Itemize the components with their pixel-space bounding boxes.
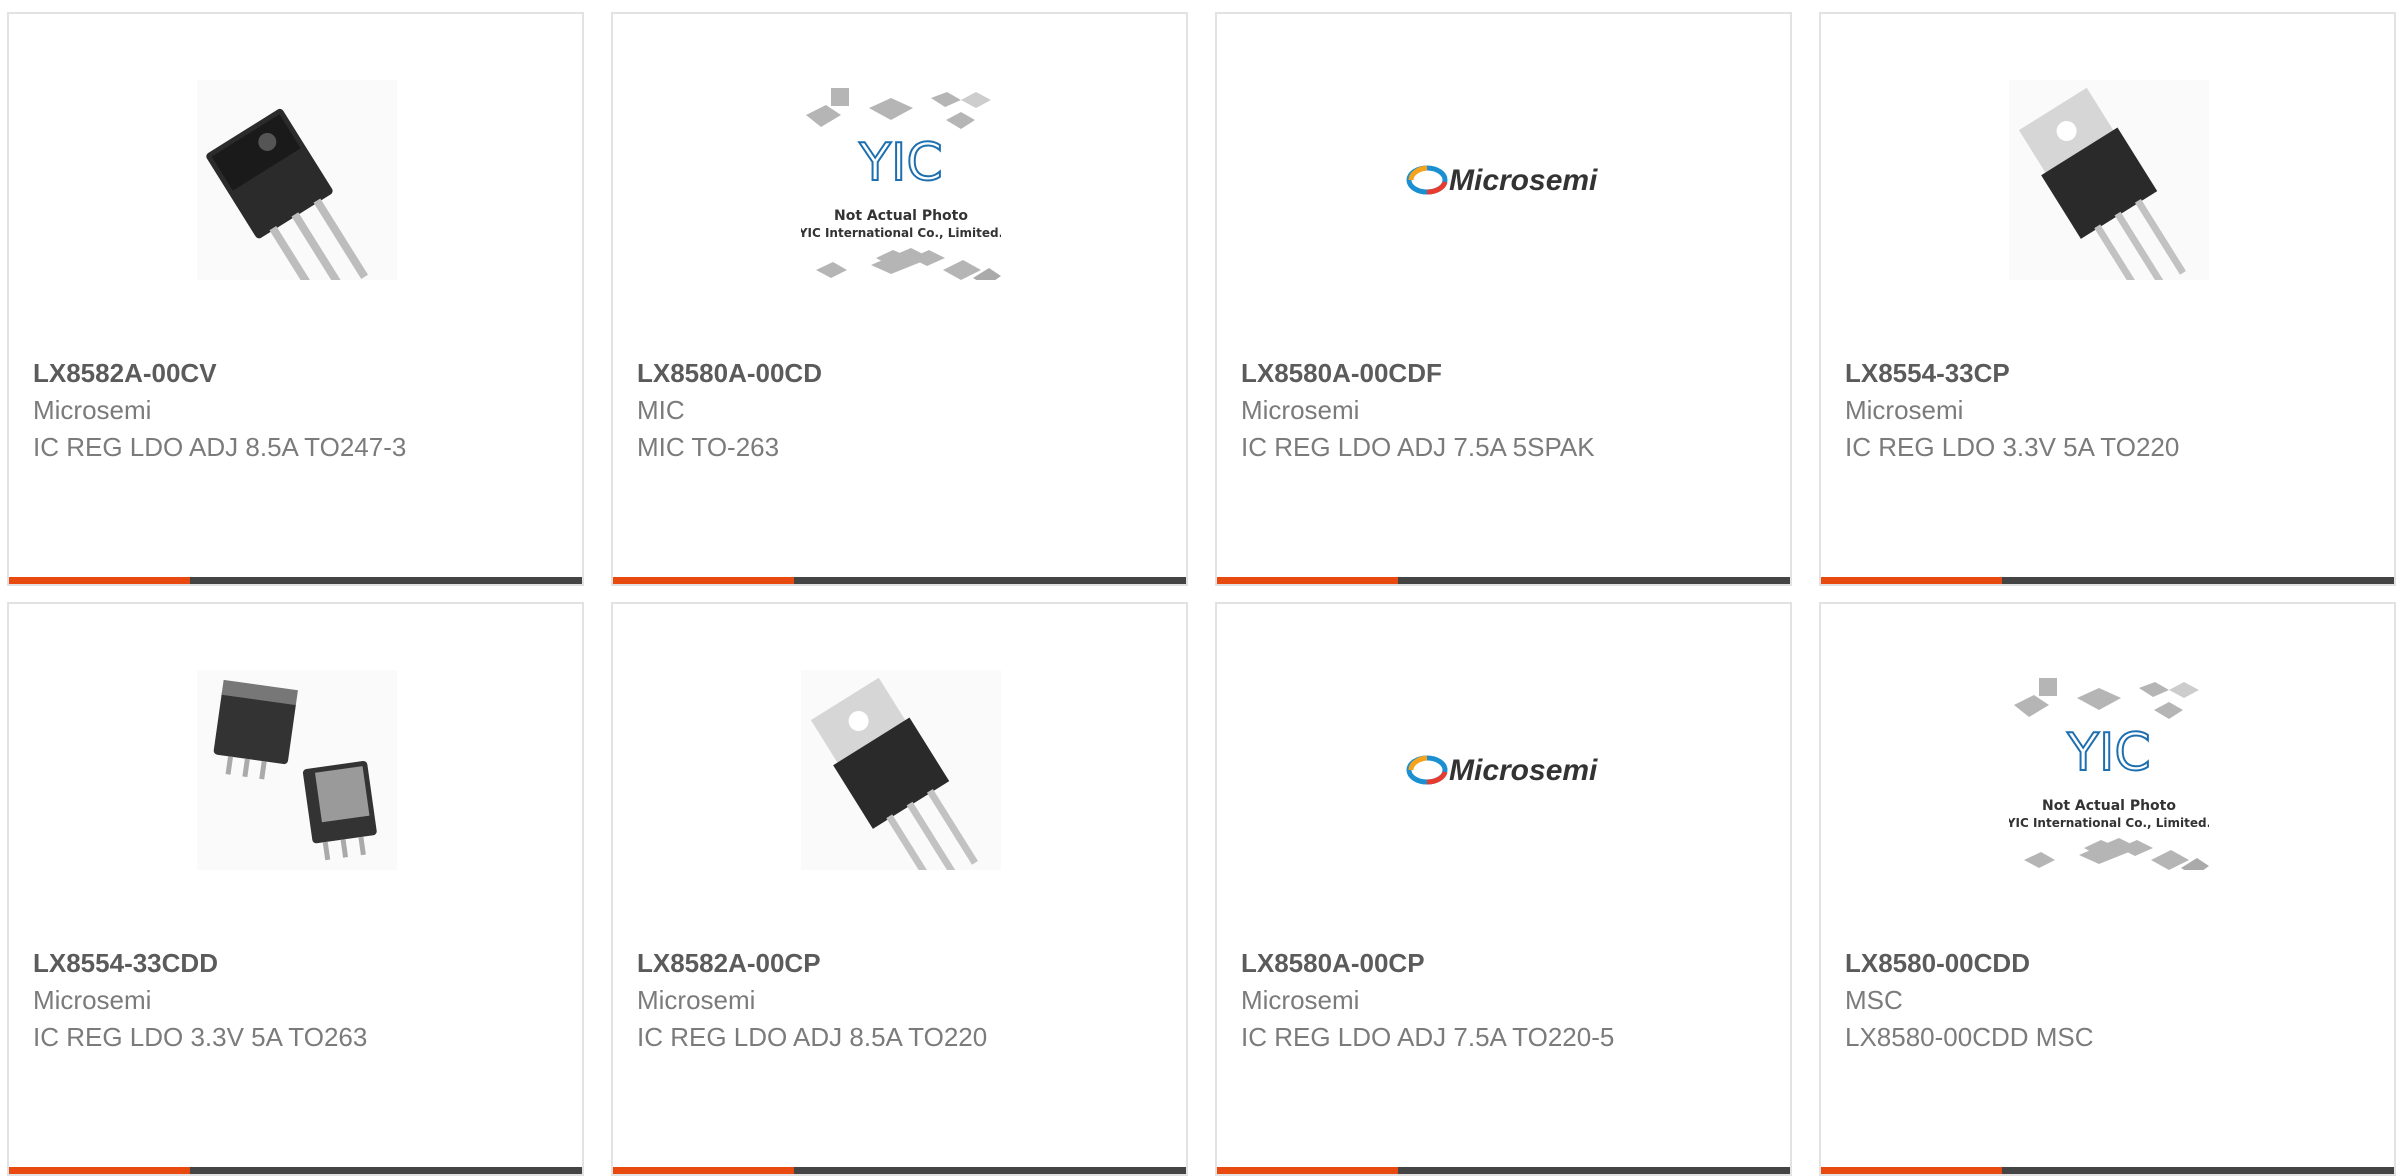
card-accent [1821, 1167, 2002, 1174]
manufacturer: Microsemi [1845, 395, 1964, 425]
part-number[interactable]: LX8580A-00CP [1241, 948, 1425, 979]
svg-text:Not Actual Photo: Not Actual Photo [2042, 798, 2176, 814]
card-bottom-bar [9, 1167, 582, 1174]
product-card[interactable]: Microsemi LX8580A-00CDF Microsemi IC REG… [1215, 12, 1792, 586]
product-card[interactable]: YIC Not Actual Photo YIC International C… [1819, 602, 2396, 1176]
card-accent [9, 1167, 190, 1174]
product-image[interactable] [197, 670, 397, 870]
to247-package-icon [197, 80, 397, 280]
product-image[interactable]: Microsemi [1405, 670, 1605, 870]
card-accent [9, 577, 190, 584]
manufacturer: MSC [1845, 985, 1903, 1015]
part-number[interactable]: LX8582A-00CV [33, 358, 217, 389]
product-card[interactable]: LX8554-33CP Microsemi IC REG LDO 3.3V 5A… [1819, 12, 2396, 586]
microsemi-logo-icon: Microsemi [1406, 754, 1598, 787]
product-card[interactable]: YIC Not Actual Photo YIC International C… [611, 12, 1188, 586]
manufacturer: Microsemi [1241, 985, 1360, 1015]
part-number[interactable]: LX8582A-00CP [637, 948, 821, 979]
description: IC REG LDO ADJ 7.5A TO220-5 [1241, 1022, 1615, 1052]
to220-package-icon [801, 670, 1001, 870]
card-bottom-bar [1217, 577, 1790, 584]
svg-text:Microsemi: Microsemi [1449, 164, 1598, 197]
product-card[interactable]: Microsemi LX8580A-00CP Microsemi IC REG … [1215, 602, 1792, 1176]
not-actual-photo-icon: YIC Not Actual Photo YIC International C… [2009, 678, 2209, 870]
svg-text:Microsemi: Microsemi [1449, 754, 1598, 787]
product-image[interactable] [2009, 80, 2209, 280]
description: IC REG LDO 3.3V 5A TO263 [33, 1022, 368, 1052]
card-bottom-bar [613, 577, 1186, 584]
manufacturer: Microsemi [33, 985, 152, 1015]
part-number[interactable]: LX8554-33CDD [33, 948, 218, 979]
description: LX8580-00CDD MSC [1845, 1022, 2094, 1052]
manufacturer: Microsemi [637, 985, 756, 1015]
manufacturer: Microsemi [33, 395, 152, 425]
description: IC REG LDO ADJ 8.5A TO247-3 [33, 432, 407, 462]
card-bottom-bar [613, 1167, 1186, 1174]
card-bottom-bar [1821, 577, 2394, 584]
description: IC REG LDO ADJ 8.5A TO220 [637, 1022, 988, 1052]
card-bottom-bar [1821, 1167, 2394, 1174]
product-image[interactable]: Microsemi [1405, 80, 1605, 280]
product-card[interactable]: LX8582A-00CV Microsemi IC REG LDO ADJ 8.… [7, 12, 584, 586]
card-accent [1821, 577, 2002, 584]
svg-text:Not Actual Photo: Not Actual Photo [834, 208, 968, 224]
product-card[interactable]: LX8582A-00CP Microsemi IC REG LDO ADJ 8.… [611, 602, 1188, 1176]
product-card[interactable]: LX8554-33CDD Microsemi IC REG LDO 3.3V 5… [7, 602, 584, 1176]
svg-text:YIC International Co., Limited: YIC International Co., Limited. [2009, 816, 2209, 830]
description: IC REG LDO ADJ 7.5A 5SPAK [1241, 432, 1595, 462]
to220-package-icon [2009, 80, 2209, 280]
card-accent [1217, 1167, 1398, 1174]
product-image[interactable] [801, 670, 1001, 870]
part-number[interactable]: LX8580A-00CDF [1241, 358, 1442, 389]
card-bottom-bar [9, 577, 582, 584]
card-bottom-bar [1217, 1167, 1790, 1174]
manufacturer: MIC [637, 395, 685, 425]
svg-text:YIC: YIC [2066, 723, 2150, 783]
part-number[interactable]: LX8580A-00CD [637, 358, 822, 389]
not-actual-photo-icon: YIC Not Actual Photo YIC International C… [801, 88, 1001, 280]
description: IC REG LDO 3.3V 5A TO220 [1845, 432, 2180, 462]
product-image[interactable]: YIC Not Actual Photo YIC International C… [2009, 670, 2209, 870]
part-number[interactable]: LX8580-00CDD [1845, 948, 2030, 979]
part-number[interactable]: LX8554-33CP [1845, 358, 2010, 389]
card-accent [613, 1167, 794, 1174]
svg-text:YIC International Co., Limited: YIC International Co., Limited. [801, 226, 1001, 240]
description: MIC TO-263 [637, 432, 780, 462]
microsemi-logo-icon: Microsemi [1406, 164, 1598, 197]
product-image[interactable] [197, 80, 397, 280]
card-accent [1217, 577, 1398, 584]
svg-text:YIC: YIC [858, 133, 942, 193]
manufacturer: Microsemi [1241, 395, 1360, 425]
product-image[interactable]: YIC Not Actual Photo YIC International C… [801, 80, 1001, 280]
to263-package-icon [197, 670, 397, 870]
card-accent [613, 577, 794, 584]
